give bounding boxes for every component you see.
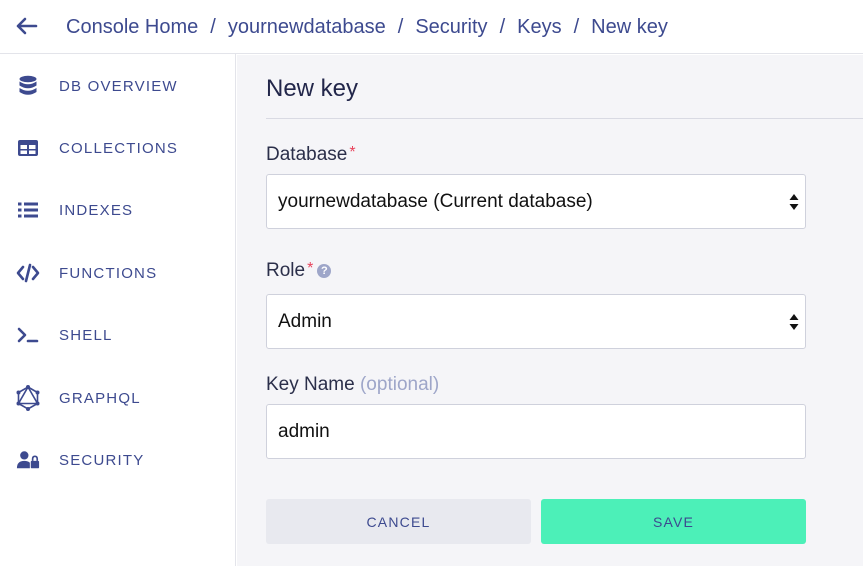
graphql-icon: [16, 385, 40, 411]
database-icon: [16, 74, 40, 98]
key-name-input[interactable]: [278, 420, 805, 443]
breadcrumb-separator: /: [210, 15, 216, 38]
breadcrumb-database[interactable]: yournewdatabase: [228, 16, 386, 39]
breadcrumb-separator: /: [499, 15, 506, 38]
top-header: Console Home / yournewdatabase / Securit…: [0, 0, 863, 54]
sidebar-item-label: DB OVERVIEW: [59, 77, 178, 95]
page-title: New key: [266, 75, 359, 102]
database-label-text: Database: [266, 144, 348, 165]
sidebar-item-label: GRAPHQL: [59, 389, 141, 407]
breadcrumb-security[interactable]: Security: [415, 16, 487, 39]
key-name-label: Key Name (optional): [266, 374, 439, 396]
sidebar-item-label: COLLECTIONS: [59, 139, 179, 157]
breadcrumb-keys[interactable]: Keys: [517, 16, 561, 39]
role-label-text: Role: [266, 260, 306, 281]
code-icon: [16, 261, 40, 285]
required-asterisk: *: [307, 260, 314, 277]
sidebar-item-collections[interactable]: COLLECTIONS: [0, 128, 236, 168]
sidebar: DB OVERVIEW COLLECTIONS INDEXES FUNCTION…: [0, 54, 236, 566]
sidebar-item-label: INDEXES: [59, 201, 134, 219]
role-label: Role *?: [266, 260, 332, 282]
role-select-value: Admin: [278, 310, 332, 332]
breadcrumb-separator: /: [397, 15, 404, 38]
sidebar-item-label: SHELL: [59, 326, 113, 344]
required-asterisk: *: [349, 144, 356, 161]
key-name-label-text: Key Name: [266, 374, 355, 395]
role-select[interactable]: Admin: [266, 294, 806, 349]
sidebar-item-label: FUNCTIONS: [59, 264, 158, 282]
breadcrumb-console-home[interactable]: Console Home: [66, 16, 198, 39]
select-arrows-icon: [789, 314, 799, 330]
back-arrow-icon[interactable]: [14, 13, 40, 39]
breadcrumb: Console Home / yournewdatabase / Securit…: [66, 0, 668, 54]
database-select[interactable]: yournewdatabase (Current database): [266, 174, 806, 229]
sidebar-item-functions[interactable]: FUNCTIONS: [0, 253, 236, 293]
terminal-icon: [16, 323, 40, 347]
save-button[interactable]: SAVE: [541, 499, 806, 544]
select-arrows-icon: [789, 194, 799, 210]
sidebar-item-graphql[interactable]: GRAPHQL: [0, 378, 236, 418]
title-divider: [266, 118, 863, 119]
help-icon[interactable]: ?: [317, 263, 332, 278]
database-select-value: yournewdatabase (Current database): [278, 190, 593, 212]
main-content: New key Database * yournewdatabase (Curre…: [237, 55, 863, 566]
sidebar-item-indexes[interactable]: INDEXES: [0, 190, 236, 230]
breadcrumb-separator: /: [573, 15, 580, 38]
breadcrumb-new-key: New key: [591, 15, 668, 38]
sidebar-item-shell[interactable]: SHELL: [0, 315, 236, 355]
list-icon: [16, 198, 40, 222]
key-name-field[interactable]: [266, 404, 806, 459]
cancel-button[interactable]: CANCEL: [266, 499, 531, 544]
sidebar-item-db-overview[interactable]: DB OVERVIEW: [0, 66, 236, 106]
optional-hint: (optional): [359, 374, 440, 395]
users-lock-icon: [16, 448, 40, 472]
sidebar-item-security[interactable]: SECURITY: [0, 440, 236, 480]
database-label: Database *: [266, 144, 356, 166]
sidebar-item-label: SECURITY: [59, 451, 145, 469]
table-icon: [16, 136, 40, 160]
